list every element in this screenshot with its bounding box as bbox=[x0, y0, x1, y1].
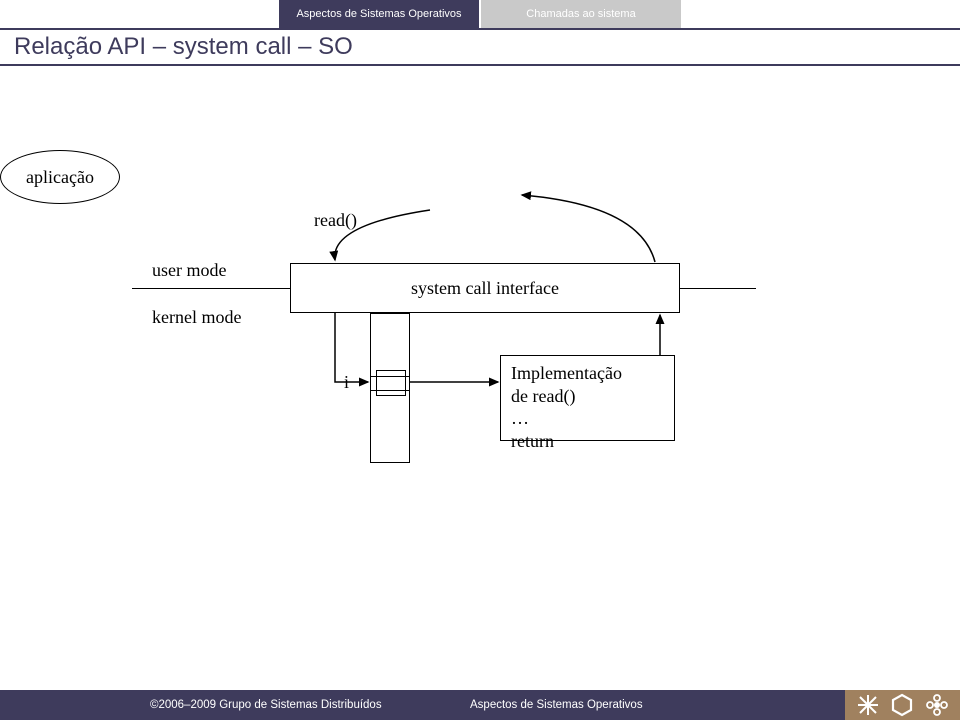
kernel-mode-label: kernel mode bbox=[152, 307, 241, 328]
breadcrumb-next: Chamadas ao sistema bbox=[481, 0, 681, 28]
impl-line-4: return bbox=[511, 430, 664, 453]
breadcrumb-current-text: Aspectos de Sistemas Operativos bbox=[296, 8, 461, 20]
footer-section: Aspectos de Sistemas Operativos bbox=[470, 699, 643, 711]
diagram-arrows bbox=[0, 150, 960, 550]
index-label: i bbox=[344, 372, 349, 393]
implementation-box: Implementação de read() … return bbox=[500, 355, 675, 441]
snowflake-icon bbox=[856, 693, 880, 717]
syscall-interface-box: system call interface bbox=[290, 263, 680, 313]
title-band: Relação API – system call – SO bbox=[0, 28, 960, 66]
syscall-interface-label: system call interface bbox=[411, 278, 559, 299]
footer-bar: ©2006–2009 Grupo de Sistemas Distribuído… bbox=[0, 690, 960, 720]
breadcrumb-next-text: Chamadas ao sistema bbox=[526, 8, 635, 20]
table-selected-entry bbox=[376, 370, 406, 396]
breadcrumb-current: Aspectos de Sistemas Operativos bbox=[279, 0, 479, 28]
impl-line-1: Implementação bbox=[511, 362, 664, 385]
syscall-table bbox=[370, 313, 410, 463]
hexagon-icon bbox=[890, 693, 914, 717]
page-title: Relação API – system call – SO bbox=[14, 33, 353, 61]
footer-icon-bar bbox=[845, 690, 960, 720]
user-mode-label: user mode bbox=[152, 260, 226, 281]
flower-icon bbox=[925, 693, 949, 717]
impl-line-2: de read() bbox=[511, 385, 664, 408]
footer-copyright: ©2006–2009 Grupo de Sistemas Distribuído… bbox=[150, 699, 470, 711]
breadcrumb-strip: Aspectos de Sistemas Operativos Chamadas… bbox=[0, 0, 960, 28]
application-ellipse: aplicação bbox=[0, 150, 120, 204]
impl-line-3: … bbox=[511, 407, 664, 430]
diagram: system call interface aplicação read() u… bbox=[0, 150, 960, 550]
read-call-label: read() bbox=[314, 210, 357, 231]
application-label: aplicação bbox=[26, 167, 94, 188]
